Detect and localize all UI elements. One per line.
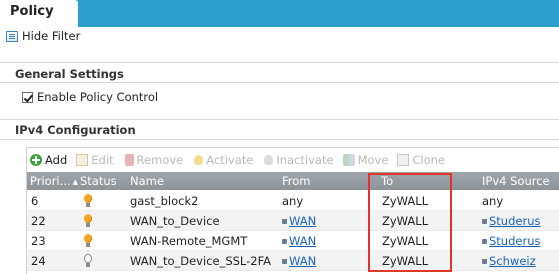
table-row[interactable]: 23 WAN-Remote_MGMT WAN ZyWALL Studerus <box>27 231 559 251</box>
move-label: Move <box>357 153 389 167</box>
divider <box>0 119 559 120</box>
column-header-ipv4-source[interactable]: IPv4 Source <box>482 174 550 188</box>
from-link[interactable]: WAN <box>289 214 316 228</box>
from-cell: WAN <box>282 214 316 228</box>
column-header-priority[interactable]: Priori... ▲ <box>30 174 78 188</box>
divider <box>0 139 559 140</box>
zone-object-icon <box>282 259 287 264</box>
remove-label: Remove <box>136 153 184 167</box>
source-cell: Studerus <box>482 214 540 228</box>
status-bulb-on-icon <box>83 234 93 248</box>
from-cell: WAN <box>282 254 316 268</box>
column-header-status[interactable]: Status <box>80 174 117 188</box>
source-cell: any <box>482 194 504 208</box>
clone-label: Clone <box>412 153 446 167</box>
policy-toolbar: Add Edit Remove Activate Inactivate Move… <box>27 148 559 172</box>
priority-cell: 6 <box>31 194 39 208</box>
priority-cell: 24 <box>31 254 46 268</box>
source-link[interactable]: Studerus <box>489 234 540 248</box>
zone-object-icon <box>282 219 287 224</box>
address-object-icon <box>482 239 487 244</box>
edit-label: Edit <box>91 153 114 167</box>
to-cell: ZyWALL <box>382 194 429 208</box>
enable-policy-control-row: Enable Policy Control <box>22 90 158 104</box>
filter-icon <box>6 30 18 42</box>
clone-button[interactable]: Clone <box>397 153 445 167</box>
table-row[interactable]: 24 WAN_to_Device_SSL-2FA WAN ZyWALL Schw… <box>27 251 559 271</box>
to-cell: ZyWALL <box>382 254 429 268</box>
edit-icon <box>76 154 89 166</box>
source-cell: Schweiz <box>482 254 536 268</box>
status-bulb-on-icon <box>83 214 93 228</box>
column-header-to[interactable]: To <box>381 174 393 188</box>
column-header-from[interactable]: From <box>282 174 311 188</box>
column-header-name[interactable]: Name <box>130 174 164 188</box>
name-cell: gast_block2 <box>130 194 199 208</box>
hide-filter-label: Hide Filter <box>22 29 81 43</box>
policy-table-panel: Add Edit Remove Activate Inactivate Move… <box>26 147 559 274</box>
table-row[interactable]: 22 WAN_to_Device WAN ZyWALL Studerus <box>27 211 559 231</box>
general-settings-title: General Settings <box>15 67 124 81</box>
table-header: Priori... ▲ Status Name From To IPv4 Sour… <box>27 172 559 190</box>
clone-icon <box>397 154 410 166</box>
zone-object-icon <box>282 239 287 244</box>
address-object-icon <box>482 219 487 224</box>
priority-header-label: Priori... <box>30 174 71 188</box>
inactivate-label: Inactivate <box>276 153 334 167</box>
activate-label: Activate <box>206 153 254 167</box>
inactivate-button[interactable]: Inactivate <box>262 153 334 167</box>
from-link[interactable]: WAN <box>289 234 316 248</box>
add-label: Add <box>45 153 68 167</box>
status-bulb-off-icon <box>83 254 93 268</box>
from-link[interactable]: WAN <box>289 254 316 268</box>
name-cell: WAN-Remote_MGMT <box>130 234 248 248</box>
source-link[interactable]: Schweiz <box>489 254 536 268</box>
divider <box>0 82 559 83</box>
tab-policy[interactable]: Policy <box>0 0 78 27</box>
divider <box>0 62 559 63</box>
from-cell: any <box>282 194 304 208</box>
priority-cell: 23 <box>31 234 46 248</box>
name-cell: WAN_to_Device_SSL-2FA <box>130 254 272 268</box>
top-tab-bar: Policy <box>0 0 559 27</box>
add-icon <box>30 154 42 166</box>
address-object-icon <box>482 259 487 264</box>
bulb-off-icon <box>264 155 274 165</box>
ipv4-configuration-title: IPv4 Configuration <box>15 123 136 137</box>
move-icon <box>342 154 355 166</box>
priority-cell: 22 <box>31 214 46 228</box>
source-link[interactable]: Studerus <box>489 214 540 228</box>
trash-icon <box>124 154 134 166</box>
edit-button[interactable]: Edit <box>76 153 114 167</box>
sort-ascending-icon: ▲ <box>72 178 78 186</box>
table-row[interactable]: 6 gast_block2 any ZyWALL any <box>27 191 559 211</box>
source-cell: Studerus <box>482 234 540 248</box>
status-bulb-on-icon <box>83 194 93 208</box>
enable-policy-control-checkbox[interactable] <box>22 91 33 103</box>
remove-button[interactable]: Remove <box>123 153 184 167</box>
hide-filter-button[interactable]: Hide Filter <box>6 28 80 44</box>
to-cell: ZyWALL <box>382 214 429 228</box>
add-button[interactable]: Add <box>30 153 67 167</box>
move-button[interactable]: Move <box>342 153 389 167</box>
name-cell: WAN_to_Device <box>130 214 220 228</box>
activate-button[interactable]: Activate <box>192 153 253 167</box>
bulb-on-icon <box>194 155 204 165</box>
enable-policy-control-label: Enable Policy Control <box>37 90 159 104</box>
from-cell: WAN <box>282 234 316 248</box>
to-cell: ZyWALL <box>382 234 429 248</box>
